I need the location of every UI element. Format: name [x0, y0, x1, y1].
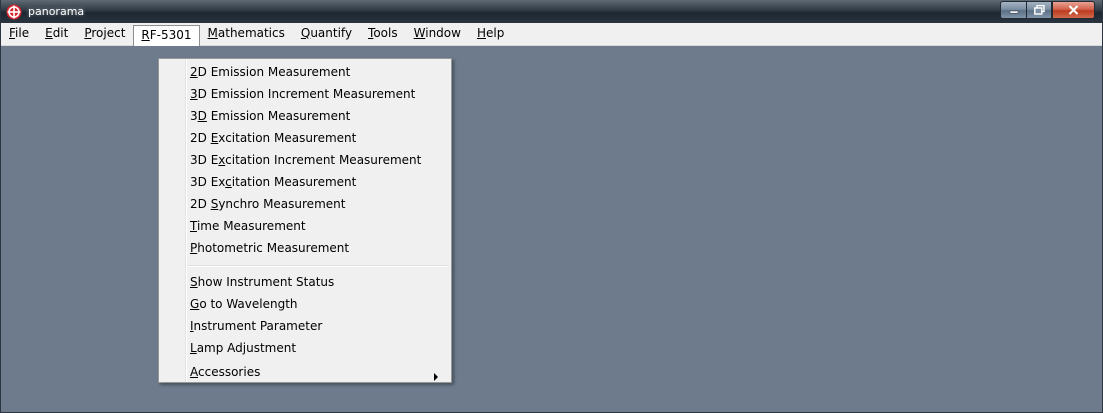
menu-mnemonic: M — [207, 26, 218, 40]
submenu-arrow-icon — [434, 373, 438, 381]
menu-window[interactable]: Window — [406, 24, 469, 44]
item-text: o to Wavelength — [199, 297, 298, 311]
item-mnemonic: A — [190, 365, 198, 379]
item-mnemonic: L — [190, 341, 197, 355]
menu-item-2d-synchro[interactable]: 2D Synchro Measurement — [190, 193, 345, 215]
menu-tools[interactable]: Tools — [360, 24, 406, 44]
menu-mnemonic: H — [476, 26, 486, 40]
menu-separator — [187, 265, 449, 267]
menu-label: athematics — [217, 26, 285, 40]
menu-label: roject — [91, 26, 126, 40]
item-text: D Emission Increment Measurement — [197, 87, 416, 101]
menu-rf5301[interactable]: RF-5301 — [133, 24, 200, 46]
item-text: xcitation Measurement — [218, 131, 357, 145]
window-title: panorama — [28, 5, 85, 18]
menu-item-lamp-adjustment[interactable]: Lamp Adjustment — [190, 337, 296, 359]
item-text: 2D — [190, 197, 211, 211]
rf5301-dropdown-menu: 2D Emission Measurement 3D Emission Incr… — [158, 58, 452, 383]
menu-item-accessories[interactable]: Accessories — [190, 361, 260, 383]
item-text: 3D Ex — [190, 175, 226, 189]
menu-label: uantify — [310, 26, 353, 40]
menu-label: indow — [425, 26, 461, 40]
menu-item-2d-excitation[interactable]: 2D Excitation Measurement — [190, 127, 356, 149]
menu-file[interactable]: File — [1, 24, 37, 44]
minimize-button[interactable] — [1000, 1, 1026, 19]
menu-item-3d-excitation-increment[interactable]: 3D Excitation Increment Measurement — [190, 149, 421, 171]
menu-mnemonic: R — [141, 27, 150, 42]
item-text: ccessories — [198, 365, 261, 379]
menu-quantify[interactable]: Quantify — [293, 24, 360, 44]
menu-label: ools — [373, 26, 398, 40]
close-button[interactable] — [1052, 1, 1095, 19]
item-mnemonic: T — [190, 219, 197, 233]
menu-label: ile — [15, 26, 30, 40]
menu-item-time-measurement[interactable]: Time Measurement — [190, 215, 306, 237]
title-bar[interactable]: panorama — [1, 0, 1102, 23]
menu-label: elp — [485, 26, 505, 40]
item-mnemonic: c — [225, 175, 232, 189]
item-text: 3D E — [190, 153, 219, 167]
item-text: nstrument Parameter — [193, 319, 323, 333]
caption-buttons — [1000, 1, 1095, 19]
menu-edit[interactable]: Edit — [37, 24, 76, 44]
menu-help[interactable]: Help — [469, 24, 512, 44]
menu-label: dit — [52, 26, 69, 40]
item-mnemonic: 3 — [190, 87, 198, 101]
item-text: itation Measurement — [231, 175, 357, 189]
restore-icon — [1033, 5, 1045, 15]
menu-item-2d-emission[interactable]: 2D Emission Measurement — [190, 61, 350, 83]
menu-icon-column — [185, 59, 187, 382]
app-window: panorama File Edit Project RF-5301 Mathe… — [0, 0, 1103, 413]
menu-item-instrument-parameter[interactable]: Instrument Parameter — [190, 315, 322, 337]
menu-item-3d-excitation[interactable]: 3D Excitation Measurement — [190, 171, 356, 193]
restore-button[interactable] — [1026, 1, 1052, 19]
menu-item-show-instrument-status[interactable]: Show Instrument Status — [190, 271, 334, 293]
menu-item-go-to-wavelength[interactable]: Go to Wavelength — [190, 293, 298, 315]
menu-item-3d-emission-increment[interactable]: 3D Emission Increment Measurement — [190, 83, 415, 105]
close-icon — [1068, 5, 1079, 15]
menu-mnemonic: E — [45, 26, 53, 40]
menu-item-3d-emission[interactable]: 3D Emission Measurement — [190, 105, 350, 127]
menu-project[interactable]: Project — [76, 24, 133, 44]
item-text: amp Adjustment — [196, 341, 297, 355]
item-mnemonic: G — [190, 297, 200, 311]
menu-item-photometric[interactable]: Photometric Measurement — [190, 237, 349, 259]
menu-mnemonic: W — [413, 26, 426, 40]
item-text: hotometric Measurement — [197, 241, 350, 255]
menu-bar: File Edit Project RF-5301 Mathematics Qu… — [1, 23, 1102, 46]
item-mnemonic: D — [197, 109, 207, 123]
menu-mathematics[interactable]: Mathematics — [200, 24, 293, 44]
item-mnemonic: S — [190, 275, 198, 289]
item-text: Emission Measurement — [206, 109, 351, 123]
item-text: ynchro Measurement — [218, 197, 346, 211]
menu-label: F-5301 — [149, 27, 192, 42]
item-text: 2D — [190, 131, 211, 145]
item-text: 3 — [190, 109, 198, 123]
menu-mnemonic: Q — [300, 26, 311, 40]
item-text: how Instrument Status — [197, 275, 335, 289]
item-mnemonic: 2 — [190, 65, 198, 79]
minimize-icon — [1009, 10, 1018, 14]
item-text: ime Measurement — [196, 219, 306, 233]
panorama-logo-icon — [6, 4, 22, 19]
item-text: D Emission Measurement — [197, 65, 351, 79]
item-text: citation Increment Measurement — [225, 153, 422, 167]
